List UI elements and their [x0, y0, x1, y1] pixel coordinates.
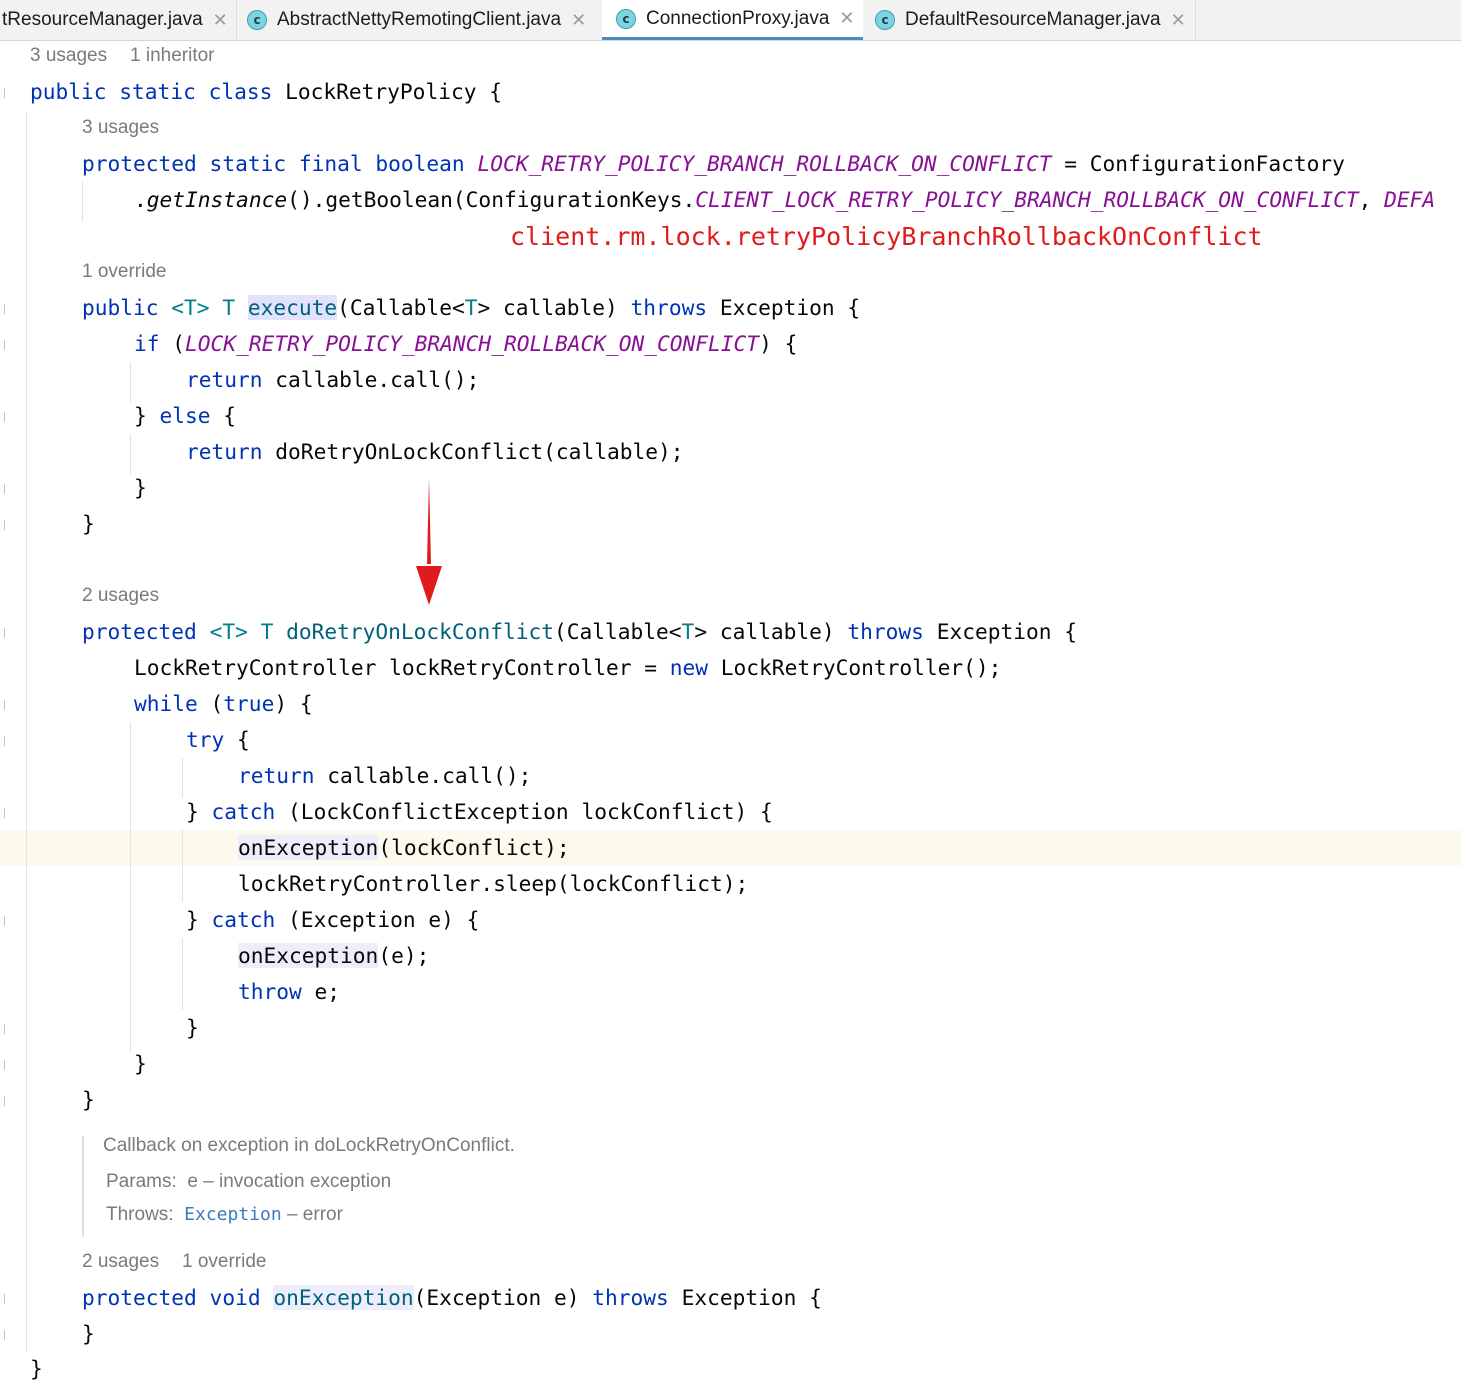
- fold-marker[interactable]: [0, 412, 5, 422]
- doc-throws: Throws: Exception – error: [106, 1204, 343, 1225]
- code-line: protected static final boolean LOCK_RETR…: [82, 151, 1345, 176]
- usages-hint[interactable]: 2 usages: [82, 1251, 159, 1273]
- fold-marker[interactable]: [0, 736, 5, 746]
- code-line: .getInstance().getBoolean(ConfigurationK…: [134, 187, 1436, 212]
- tab-connection-proxy[interactable]: c ConnectionProxy.java ✕: [602, 0, 863, 40]
- indent-guide: [130, 434, 131, 474]
- tab-label: AbstractNettyRemotingClient.java: [277, 9, 562, 30]
- override-hint[interactable]: 1 override: [82, 261, 167, 283]
- indent-guide: [182, 938, 183, 1010]
- indent-guide: [130, 362, 131, 402]
- override-hint[interactable]: 1 override: [182, 1251, 267, 1273]
- doc-params: Params: e – invocation exception: [106, 1171, 392, 1192]
- code-line: }: [82, 1087, 95, 1112]
- code-line: }: [186, 1015, 199, 1040]
- tab-label: tResourceManager.java: [2, 9, 203, 30]
- code-line: }: [134, 475, 147, 500]
- usages-hint[interactable]: 3 usages: [30, 45, 107, 67]
- code-line: } catch (Exception e) {: [186, 907, 480, 932]
- code-line: onException(e);: [238, 943, 430, 968]
- on-exception-call[interactable]: onException: [238, 943, 379, 968]
- class-icon: c: [247, 10, 267, 30]
- code-line: lockRetryController.sleep(lockConflict);: [238, 871, 749, 896]
- code-line: while (true) {: [134, 691, 313, 716]
- code-line: protected <T> T doRetryOnLockConflict(Ca…: [82, 619, 1078, 644]
- fold-marker[interactable]: [0, 628, 5, 638]
- code-line: protected void onException(Exception e) …: [82, 1285, 822, 1310]
- tab-label: DefaultResourceManager.java: [905, 9, 1161, 30]
- code-line: return callable.call();: [238, 763, 532, 788]
- red-arrow-down-icon: [416, 478, 442, 605]
- on-exception-call[interactable]: onException: [238, 835, 379, 860]
- code-line: try {: [186, 727, 250, 752]
- fold-marker[interactable]: [0, 1060, 5, 1070]
- indent-guide: [182, 758, 183, 798]
- doc-summary: Callback on exception in doLockRetryOnCo…: [103, 1135, 515, 1156]
- code-line: }: [82, 511, 95, 536]
- code-line: }: [134, 1051, 147, 1076]
- fold-marker[interactable]: [0, 700, 5, 710]
- fold-marker[interactable]: [0, 88, 5, 98]
- fold-marker[interactable]: [0, 916, 5, 926]
- code-line: throw e;: [238, 979, 341, 1004]
- code-line: } catch (LockConflictException lockConfl…: [186, 799, 773, 824]
- fold-marker[interactable]: [0, 520, 5, 530]
- fold-marker[interactable]: [0, 1096, 5, 1106]
- code-line: if (LOCK_RETRY_POLICY_BRANCH_ROLLBACK_ON…: [134, 331, 798, 356]
- close-icon[interactable]: ✕: [213, 10, 228, 31]
- execute-method-name[interactable]: execute: [247, 295, 338, 320]
- code-line: LockRetryController lockRetryController …: [134, 655, 1002, 680]
- on-exception-method-name[interactable]: onException: [273, 1285, 414, 1310]
- tab-resource-manager[interactable]: tResourceManager.java ✕: [0, 0, 236, 40]
- editor-tab-bar: tResourceManager.java ✕ c AbstractNettyR…: [0, 0, 1461, 41]
- close-icon[interactable]: ✕: [1171, 10, 1186, 31]
- code-line: return doRetryOnLockConflict(callable);: [186, 439, 684, 464]
- indent-guide: [26, 112, 27, 1352]
- fold-marker[interactable]: [0, 340, 5, 350]
- class-icon: c: [616, 8, 636, 29]
- code-line: public <T> T execute(Callable<T> callabl…: [82, 295, 861, 320]
- fold-marker[interactable]: [0, 1330, 5, 1340]
- indent-guide: [182, 830, 183, 902]
- tab-default-resource-manager[interactable]: c DefaultResourceManager.java ✕: [863, 0, 1196, 40]
- indent-guide: [130, 722, 131, 1052]
- usages-hint[interactable]: 2 usages: [82, 585, 159, 607]
- fold-marker[interactable]: [0, 1294, 5, 1304]
- indent-guide: [82, 182, 83, 222]
- close-icon[interactable]: ✕: [571, 10, 586, 31]
- exception-link[interactable]: Exception: [184, 1204, 282, 1225]
- code-line: onException(lockConflict);: [238, 835, 570, 860]
- inheritors-hint[interactable]: 1 inheritor: [130, 45, 215, 67]
- usages-hint[interactable]: 3 usages: [82, 117, 159, 139]
- doc-comment-bar: [82, 1136, 84, 1237]
- fold-marker[interactable]: [0, 1024, 5, 1034]
- code-line: }: [82, 1321, 95, 1346]
- fold-marker[interactable]: [0, 484, 5, 494]
- code-line: return callable.call();: [186, 367, 480, 392]
- class-icon: c: [875, 10, 895, 30]
- close-icon[interactable]: ✕: [839, 8, 854, 29]
- code-line: } else {: [134, 403, 237, 428]
- code-line: }: [30, 1356, 43, 1381]
- tab-label: ConnectionProxy.java: [646, 7, 830, 29]
- config-key-annotation: client.rm.lock.retryPolicyBranchRollback…: [510, 222, 1263, 251]
- caret-line-highlight: [0, 830, 1461, 866]
- fold-marker[interactable]: [0, 808, 5, 818]
- tab-abstract-netty-remoting-client[interactable]: c AbstractNettyRemotingClient.java ✕: [236, 0, 602, 40]
- code-line: public static class LockRetryPolicy {: [30, 79, 502, 104]
- fold-marker[interactable]: [0, 304, 5, 314]
